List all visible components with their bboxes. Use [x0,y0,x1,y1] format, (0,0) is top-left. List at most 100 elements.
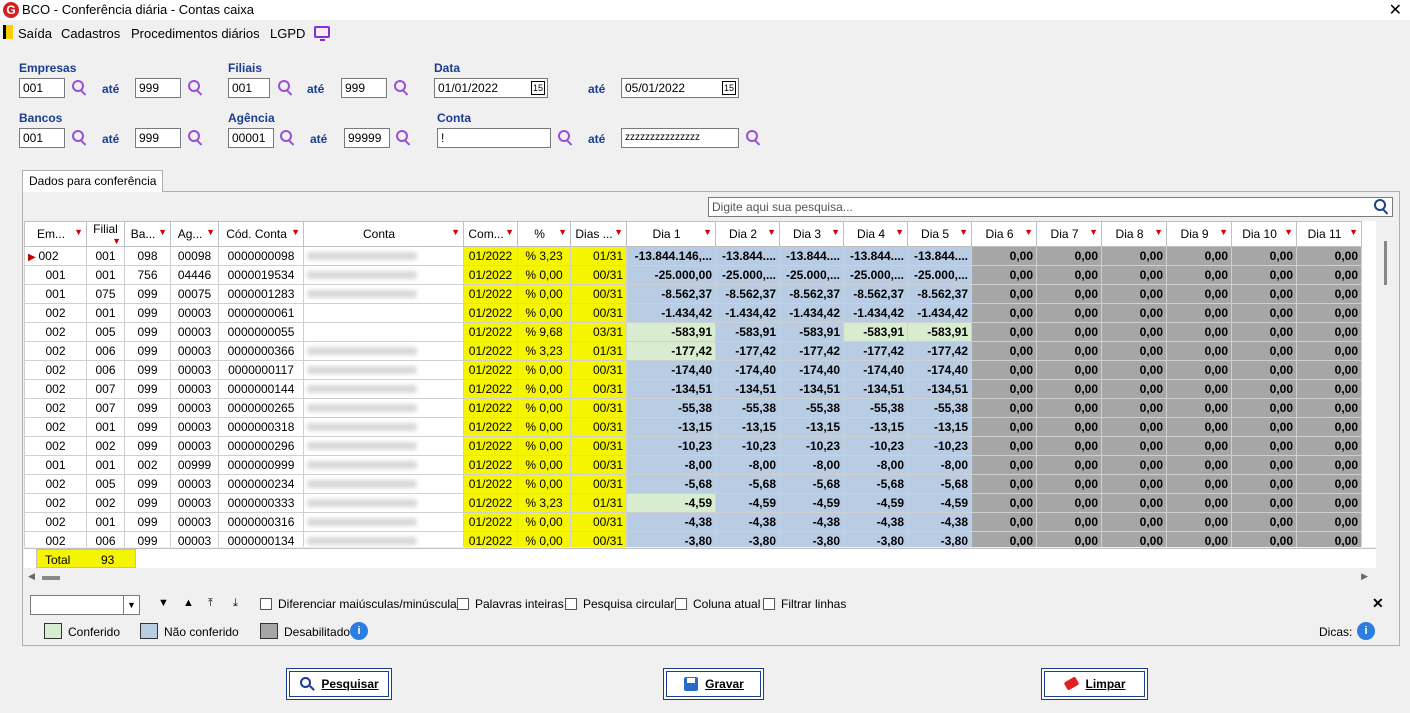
table-cell[interactable]: 00075 [170,284,219,304]
table-cell[interactable]: -13,15 [779,417,844,437]
table-cell[interactable]: 002 [24,379,87,399]
table-cell[interactable]: 0,00 [1036,341,1102,361]
search-combo[interactable]: ▼ [30,595,140,615]
table-cell[interactable]: -25.000,... [843,265,908,285]
table-cell[interactable]: % 0,00 [517,398,571,418]
table-row[interactable]: 002 001 099 00003 0000000061 01/2022% 0,00 00/… [24,303,1362,323]
table-cell[interactable]: 0,00 [1036,284,1102,304]
table-cell[interactable]: 002 [24,322,87,342]
table-cell[interactable]: 0000000366 [218,341,304,361]
table-cell[interactable]: -25.000,... [715,265,780,285]
table-cell[interactable]: 0,00 [1296,265,1362,285]
table-cell[interactable]: 0,00 [1166,341,1232,361]
table-cell[interactable]: 00003 [170,512,219,532]
table-cell[interactable]: 00/31 [570,436,627,456]
tab-dados-conferencia[interactable]: Dados para conferência [22,170,164,192]
table-cell[interactable]: 0,00 [1166,284,1232,304]
table-cell[interactable]: % 0,00 [517,436,571,456]
table-cell[interactable]: -13.844.... [907,246,972,266]
table-cell[interactable]: 00/31 [570,360,627,380]
table-cell[interactable]: % 3,23 [517,493,571,513]
table-cell[interactable]: 00003 [170,531,219,547]
table-row[interactable]: 002 001 099 00003 0000000316 01/2022% 0,00 00/… [24,512,1362,532]
table-cell[interactable]: -1.434,42 [715,303,780,323]
table-cell[interactable]: % 9,68 [517,322,571,342]
column-header[interactable]: Dia 9 ▼ [1166,221,1232,247]
table-cell[interactable]: -55,38 [843,398,908,418]
conta-cell-redacted[interactable] [303,493,464,513]
table-cell[interactable]: 0000000144 [218,379,304,399]
filter-icon[interactable]: ▼ [614,227,623,237]
table-cell[interactable]: -177,42 [626,341,716,361]
table-cell[interactable]: -583,91 [626,322,716,342]
table-cell[interactable]: 00/31 [570,284,627,304]
vertical-scrollbar[interactable] [1378,221,1394,547]
table-cell[interactable]: 0000000296 [218,436,304,456]
table-cell[interactable]: -5,68 [715,474,780,494]
table-cell[interactable]: -134,51 [715,379,780,399]
table-cell[interactable]: 002 [24,531,87,547]
table-cell[interactable]: 0,00 [1036,436,1102,456]
table-cell[interactable]: 00098 [170,246,219,266]
table-cell[interactable]: 0000000333 [218,493,304,513]
table-cell[interactable]: 098 [124,246,171,266]
data-grid[interactable]: Em... ▼ Filial ▼ Ba... ▼ Ag... ▼ Cód. Conta ▼ Cont… [24,221,1376,547]
table-row[interactable]: 002 005 099 00003 0000000055 01/2022% 9,68 03/… [24,322,1362,342]
table-cell[interactable]: 0,00 [1036,265,1102,285]
table-row[interactable]: 002 005 099 00003 0000000234 01/2022% 0,00 00/… [24,474,1362,494]
table-cell[interactable]: % 0,00 [517,455,571,475]
table-cell[interactable]: 00003 [170,493,219,513]
table-cell[interactable]: 002 [24,474,87,494]
table-cell[interactable]: -4,38 [843,512,908,532]
table-cell[interactable]: -4,59 [779,493,844,513]
table-cell[interactable]: 0,00 [1101,265,1167,285]
table-cell[interactable]: 001 [86,265,125,285]
table-cell[interactable]: 001 [86,246,125,266]
table-cell[interactable]: % 0,00 [517,417,571,437]
column-header[interactable]: Filial ▼ [86,221,125,247]
conta-cell-redacted[interactable] [303,436,464,456]
search-icon[interactable] [1374,199,1390,215]
table-cell[interactable]: -13.844.146,... [626,246,716,266]
table-cell[interactable]: -55,38 [715,398,780,418]
table-cell[interactable]: 001 [86,512,125,532]
horizontal-scrollbar[interactable]: ◀ ▶ [24,570,1376,586]
table-cell[interactable]: 0,00 [1296,474,1362,494]
table-cell[interactable]: 0,00 [1101,360,1167,380]
table-cell[interactable]: 00/31 [570,265,627,285]
table-cell[interactable]: 0,00 [1296,246,1362,266]
table-cell[interactable]: 01/2022 [463,474,518,494]
table-cell[interactable]: 00003 [170,341,219,361]
table-cell[interactable]: -8.562,37 [907,284,972,304]
column-header[interactable]: Cód. Conta ▼ [218,221,304,247]
table-cell[interactable]: -8.562,37 [843,284,908,304]
table-cell[interactable]: -8,00 [715,455,780,475]
table-cell[interactable]: % 0,00 [517,360,571,380]
table-cell[interactable]: 0,00 [971,379,1037,399]
table-cell[interactable]: 0,00 [1296,303,1362,323]
bancos-from-field[interactable]: 001 [19,128,65,148]
filiais-to-field[interactable]: 999 [341,78,387,98]
table-row[interactable]: 001 075 099 00075 0000001283 01/2022% 0,00 00/… [24,284,1362,304]
info-icon[interactable]: i [350,622,368,640]
table-cell[interactable]: 0000001283 [218,284,304,304]
table-cell[interactable]: 00003 [170,322,219,342]
filter-icon[interactable]: ▼ [158,227,167,237]
table-cell[interactable]: -55,38 [626,398,716,418]
table-cell[interactable]: 0,00 [1231,360,1297,380]
table-cell[interactable]: -177,42 [779,341,844,361]
table-cell[interactable]: 0,00 [1036,246,1102,266]
table-cell[interactable]: 0,00 [1296,322,1362,342]
table-cell[interactable]: % 0,00 [517,265,571,285]
table-cell[interactable]: -134,51 [843,379,908,399]
table-cell[interactable]: 0,00 [1101,493,1167,513]
table-cell[interactable]: -13,15 [843,417,908,437]
column-header[interactable]: Dia 10 ▼ [1231,221,1297,247]
table-row[interactable]: 001 001 756 04446 0000019534 01/2022% 0,00 00/… [24,265,1362,285]
table-cell[interactable]: 0,00 [971,265,1037,285]
table-cell[interactable]: 0000000055 [218,322,304,342]
table-cell[interactable]: -10,23 [626,436,716,456]
table-cell[interactable]: 0,00 [1231,284,1297,304]
table-cell[interactable]: 756 [124,265,171,285]
table-cell[interactable]: 0,00 [1036,417,1102,437]
